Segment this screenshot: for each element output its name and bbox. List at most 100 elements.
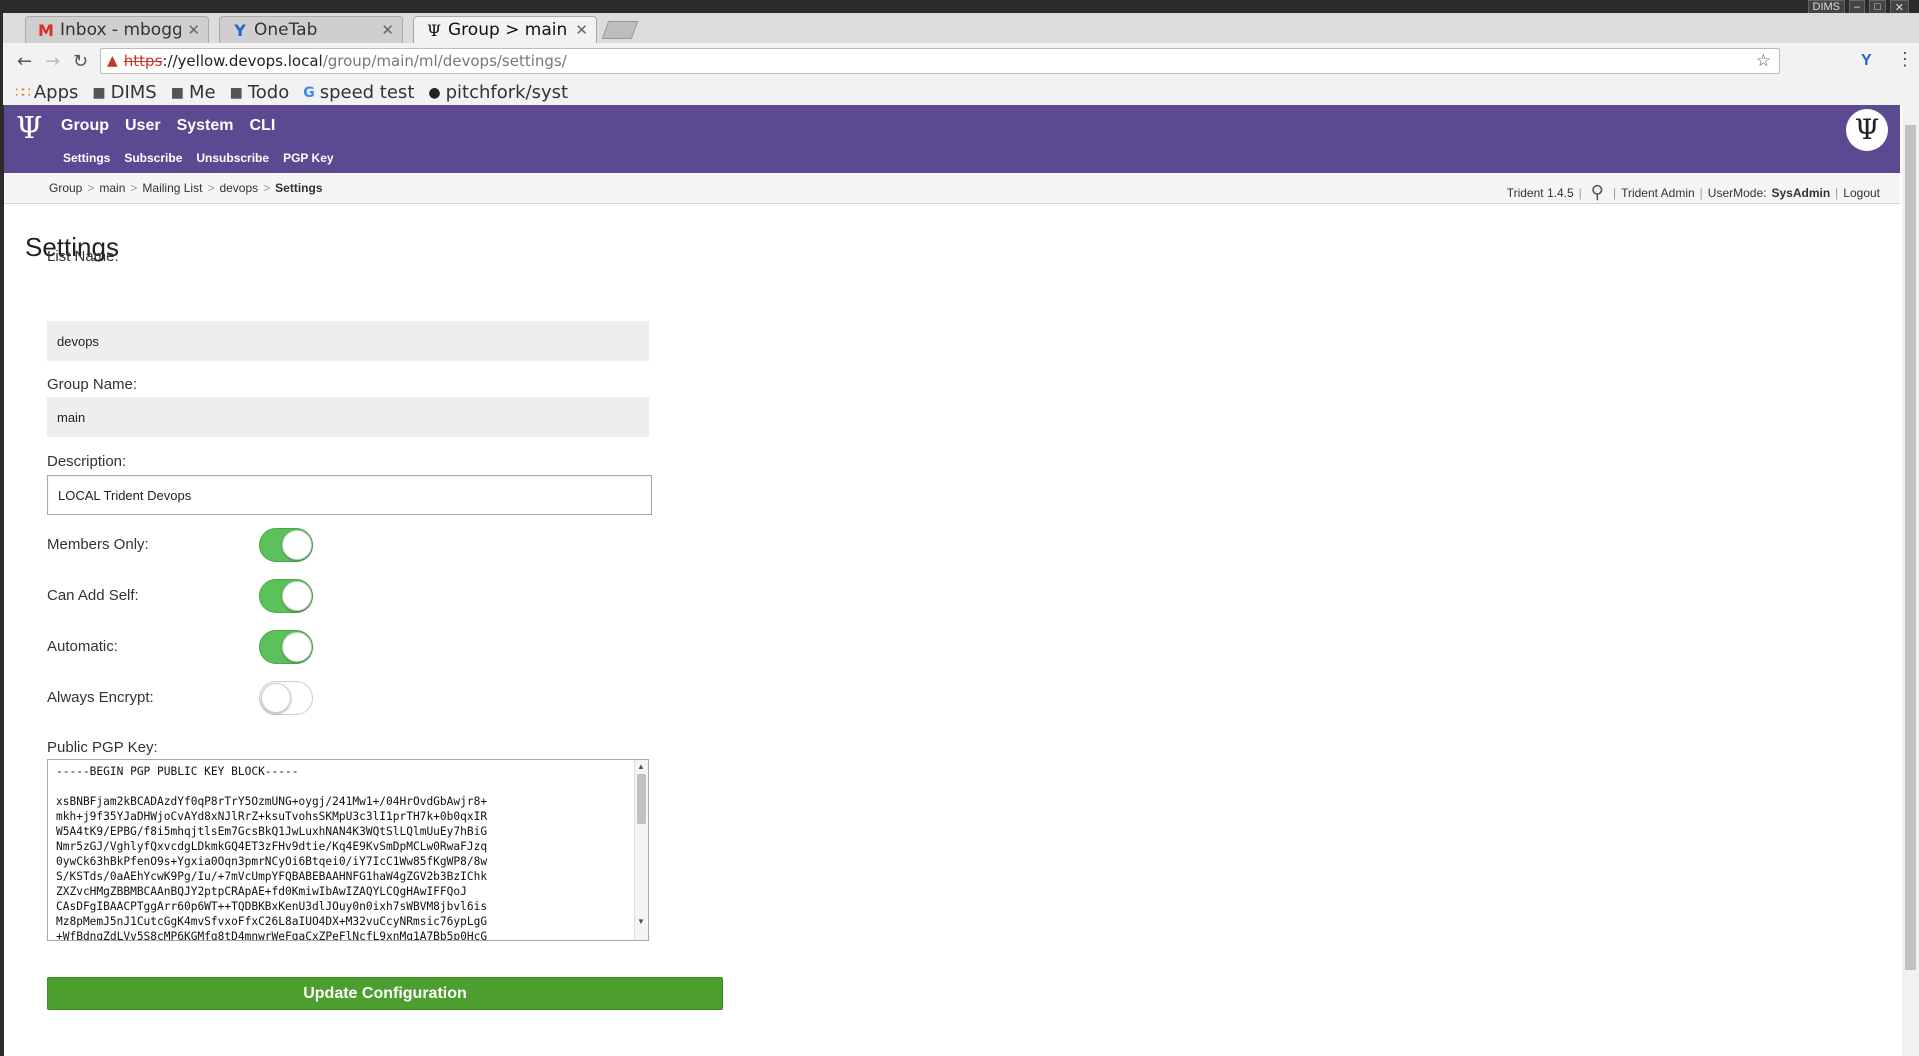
bookmark-apps[interactable]: ∷∷ Apps (15, 82, 78, 103)
pgp-scrollbar[interactable]: ▲ ▼ (634, 760, 648, 940)
search-icon[interactable]: ⚲ (1591, 182, 1604, 203)
bookmark-label: Apps (33, 82, 79, 103)
forward-icon[interactable]: → (45, 51, 60, 72)
app-viewport: Ψ Group User System CLI Settings Subscri… (0, 105, 1919, 1056)
toggle-knob (282, 632, 312, 662)
breadcrumb-item-group[interactable]: Group (49, 181, 82, 195)
bookmark-label: Me (188, 82, 216, 103)
nav-cli[interactable]: CLI (250, 117, 276, 135)
toggle-knob (282, 530, 312, 560)
members-only-row: Members Only: (47, 528, 313, 562)
back-icon[interactable]: ← (17, 51, 32, 72)
scroll-down-icon[interactable]: ▼ (637, 917, 645, 926)
url-host: ://yellow.devops.local (162, 52, 323, 70)
description-label: Description: (47, 453, 127, 470)
subnav-pgp-key[interactable]: PGP Key (283, 151, 333, 165)
bookmark-star-icon[interactable]: ☆ (1756, 51, 1771, 71)
browser-tabstrip: M Inbox - mbogge ✕ Y OneTab ✕ Ψ Group > … (0, 13, 1919, 43)
divider: | (1699, 185, 1703, 200)
onetab-extension-icon[interactable]: Y (1861, 52, 1872, 70)
bookmark-me[interactable]: ■ Me (171, 82, 216, 103)
onetab-icon: Y (234, 20, 246, 40)
github-icon: ● (428, 84, 441, 101)
bookmark-dims[interactable]: ■ DIMS (92, 82, 156, 103)
folder-icon: ■ (92, 84, 106, 101)
tab-label: OneTab (254, 20, 318, 40)
version-label: Trident 1.4.5 (1506, 185, 1574, 200)
trident-logo-icon[interactable]: Ψ (16, 111, 42, 146)
page-scrollbar[interactable] (1902, 105, 1919, 1056)
url-scheme: https (123, 52, 163, 70)
always-encrypt-toggle[interactable] (259, 681, 313, 715)
google-icon: G (303, 84, 315, 101)
app-header: Ψ Group User System CLI Settings Subscri… (4, 105, 1900, 173)
breadcrumb-separator: > (87, 181, 95, 195)
folder-icon: ■ (229, 84, 243, 101)
scroll-up-icon[interactable]: ▲ (637, 762, 645, 771)
user-link[interactable]: Trident Admin (1621, 186, 1695, 200)
user-bar: Trident 1.4.5 | ⚲ | Trident Admin | User… (1507, 182, 1880, 203)
breadcrumb-current: Settings (275, 181, 323, 195)
window-titlebar: DIMS – □ ✕ (0, 0, 1919, 16)
scroll-thumb[interactable] (637, 774, 646, 824)
usermode-value[interactable]: SysAdmin (1771, 186, 1830, 200)
breadcrumb-item-mailing-list[interactable]: Mailing List (142, 181, 202, 195)
nav-user[interactable]: User (125, 117, 161, 135)
browser-tab-inbox[interactable]: M Inbox - mbogge ✕ (25, 16, 209, 43)
can-add-self-toggle[interactable] (259, 579, 313, 613)
pgp-key-label: Public PGP Key: (47, 739, 158, 756)
description-field[interactable] (47, 475, 652, 515)
divider: | (1578, 185, 1582, 200)
members-only-label: Members Only: (47, 536, 149, 553)
nav-system[interactable]: System (177, 117, 234, 135)
tab-label: Group > main > (448, 20, 569, 40)
can-add-self-label: Can Add Self: (47, 587, 139, 604)
bookmark-todo[interactable]: ■ Todo (230, 82, 290, 103)
browser-tab-onetab[interactable]: Y OneTab ✕ (219, 16, 403, 43)
folder-icon: ■ (170, 84, 184, 101)
subnav-settings[interactable]: Settings (63, 151, 110, 165)
nav-group[interactable]: Group (61, 117, 109, 135)
page-scroll-thumb[interactable] (1905, 125, 1916, 970)
bookmark-label: DIMS (110, 82, 157, 103)
divider: | (1612, 185, 1617, 200)
close-icon[interactable]: ✕ (187, 21, 200, 39)
trident-icon: Ψ (426, 20, 442, 40)
can-add-self-row: Can Add Self: (47, 579, 313, 613)
pgp-key-text[interactable]: -----BEGIN PGP PUBLIC KEY BLOCK----- xsB… (48, 760, 648, 940)
new-tab-button[interactable] (601, 21, 639, 39)
sub-nav: Settings Subscribe Unsubscribe PGP Key (63, 151, 334, 165)
tab-label: Inbox - mbogge (60, 20, 182, 40)
breadcrumb-item-devops[interactable]: devops (219, 181, 258, 195)
close-icon[interactable]: ✕ (575, 21, 588, 39)
bookmark-pitchfork[interactable]: ● pitchfork/syst (428, 82, 568, 103)
divider: | (1835, 185, 1839, 200)
subnav-subscribe[interactable]: Subscribe (124, 151, 182, 165)
browser-tab-group-main[interactable]: Ψ Group > main > ✕ (413, 16, 597, 43)
subnav-unsubscribe[interactable]: Unsubscribe (196, 151, 269, 165)
bookmarks-bar: ∷∷ Apps ■ DIMS ■ Me ■ Todo G speed test … (0, 80, 1919, 105)
group-name-field[interactable] (47, 397, 649, 437)
gmail-icon: M (38, 20, 54, 40)
close-icon[interactable]: ✕ (381, 21, 394, 39)
breadcrumb-bar: Group > main > Mailing List > devops > S… (4, 173, 1900, 204)
group-name-label: Group Name: (47, 376, 138, 393)
url-path: /group/main/ml/devops/settings/ (322, 52, 567, 70)
list-name-field[interactable] (47, 321, 649, 361)
members-only-toggle[interactable] (259, 528, 313, 562)
toggle-knob (261, 683, 291, 713)
breadcrumb-separator: > (130, 181, 138, 195)
update-configuration-button[interactable]: Update Configuration (47, 977, 723, 1010)
browser-toolbar: ← → ↻ ▲ https://yellow.devops.local/grou… (0, 43, 1919, 80)
browser-menu-icon[interactable]: ⋮ (1896, 49, 1914, 70)
address-bar[interactable]: ▲ https://yellow.devops.local/group/main… (100, 48, 1780, 74)
breadcrumb: Group > main > Mailing List > devops > S… (49, 181, 323, 195)
breadcrumb-item-main[interactable]: main (99, 181, 125, 195)
reload-icon[interactable]: ↻ (73, 51, 88, 72)
pgp-key-textarea[interactable]: -----BEGIN PGP PUBLIC KEY BLOCK----- xsB… (47, 759, 649, 941)
logout-link[interactable]: Logout (1843, 186, 1880, 200)
bookmark-speed-test[interactable]: G speed test (303, 82, 414, 103)
warning-icon: ▲ (107, 53, 118, 69)
automatic-toggle[interactable] (259, 630, 313, 664)
trident-badge-icon[interactable]: Ψ (1846, 109, 1888, 151)
